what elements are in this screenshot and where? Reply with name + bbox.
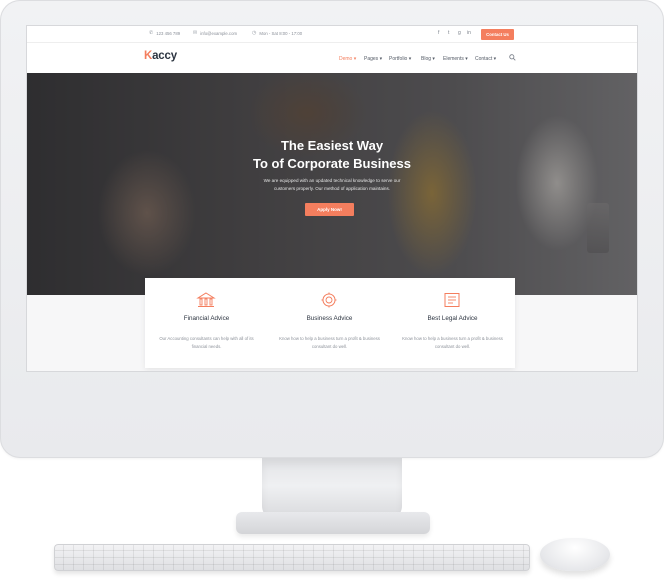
hours-text: Mon - Sat 8:00 - 17:00 — [259, 31, 303, 36]
hero-description: We are equipped with an updated technica… — [27, 177, 637, 192]
clock-icon: ◷ — [252, 30, 257, 36]
hero-banner: The Easiest Way To of Corporate Business… — [27, 73, 637, 295]
logo-text: accy — [152, 50, 177, 62]
hero-desc-line-2: customers properly. Our method of applic… — [273, 185, 391, 191]
phone-icon: ✆ — [149, 30, 154, 36]
feature-best-legal-advice[interactable]: Best Legal Advice Know how to help a bus… — [391, 278, 514, 368]
nav-item-contact[interactable]: Contact ▾ — [475, 56, 496, 62]
bank-icon — [196, 292, 216, 308]
nav-item-portfolio[interactable]: Portfolio ▾ — [389, 56, 411, 62]
imac-screen: ✆ 123 456 789 ✉ info@example.com ◷ Mon -… — [27, 26, 637, 371]
feature-financial-advice[interactable]: Financial Advice Our Accounting consulta… — [145, 278, 268, 368]
phone-text: 123 456 789 — [156, 31, 181, 36]
nav-item-demo[interactable]: Demo ▾ — [339, 56, 356, 62]
imac-monitor: ✆ 123 456 789 ✉ info@example.com ◷ Mon -… — [0, 0, 664, 458]
search-icon[interactable] — [509, 54, 516, 63]
twitter-icon[interactable]: t — [448, 30, 449, 36]
features-panel: Financial Advice Our Accounting consulta… — [145, 278, 515, 368]
hours-info: ◷ Mon - Sat 8:00 - 17:00 — [252, 30, 303, 37]
contact-us-button[interactable]: Contact Us — [481, 29, 514, 40]
legal-document-icon — [442, 292, 462, 308]
feature-title: Business Advice — [306, 315, 353, 322]
apply-now-button[interactable]: Apply Now! — [305, 203, 354, 216]
mail-icon: ✉ — [193, 30, 198, 36]
logo-initial: K — [144, 50, 153, 62]
hero-desc-line-1: We are equipped with an updated technica… — [263, 178, 401, 183]
main-navbar: Kaccy Demo ▾ Pages ▾ Portfolio ▾ Blog ▾ … — [27, 44, 637, 73]
linkedin-icon[interactable]: in — [467, 30, 471, 36]
feature-description: Know how to help a business turn a profi… — [402, 336, 503, 349]
imac-stand — [262, 458, 402, 520]
hero-title-line-2: To of Corporate Business — [253, 156, 411, 171]
feature-title: Financial Advice — [183, 315, 230, 322]
gear-chart-icon — [319, 292, 339, 308]
facebook-icon[interactable]: f — [438, 30, 439, 36]
nav-item-blog[interactable]: Blog ▾ — [421, 56, 435, 62]
top-info-bar: ✆ 123 456 789 ✉ info@example.com ◷ Mon -… — [27, 26, 637, 43]
mouse — [540, 538, 610, 571]
email-info[interactable]: ✉ info@example.com — [193, 30, 237, 37]
site-logo[interactable]: Kaccy — [144, 50, 177, 62]
feature-description: Our Accounting consultants can help with… — [159, 336, 254, 349]
feature-description: Know how to help a business turn a profi… — [279, 336, 380, 349]
keyboard — [54, 544, 530, 571]
phone-info: ✆ 123 456 789 — [149, 30, 181, 37]
nav-item-pages[interactable]: Pages ▾ — [364, 56, 382, 62]
imac-stand-foot — [236, 512, 430, 534]
email-text[interactable]: info@example.com — [200, 31, 237, 36]
google-icon[interactable]: g — [458, 30, 461, 36]
hero-title-line-1: The Easiest Way — [280, 138, 384, 153]
feature-business-advice[interactable]: Business Advice Know how to help a busin… — [268, 278, 391, 368]
nav-item-elements[interactable]: Elements ▾ — [443, 56, 468, 62]
feature-title: Best Legal Advice — [427, 315, 478, 322]
